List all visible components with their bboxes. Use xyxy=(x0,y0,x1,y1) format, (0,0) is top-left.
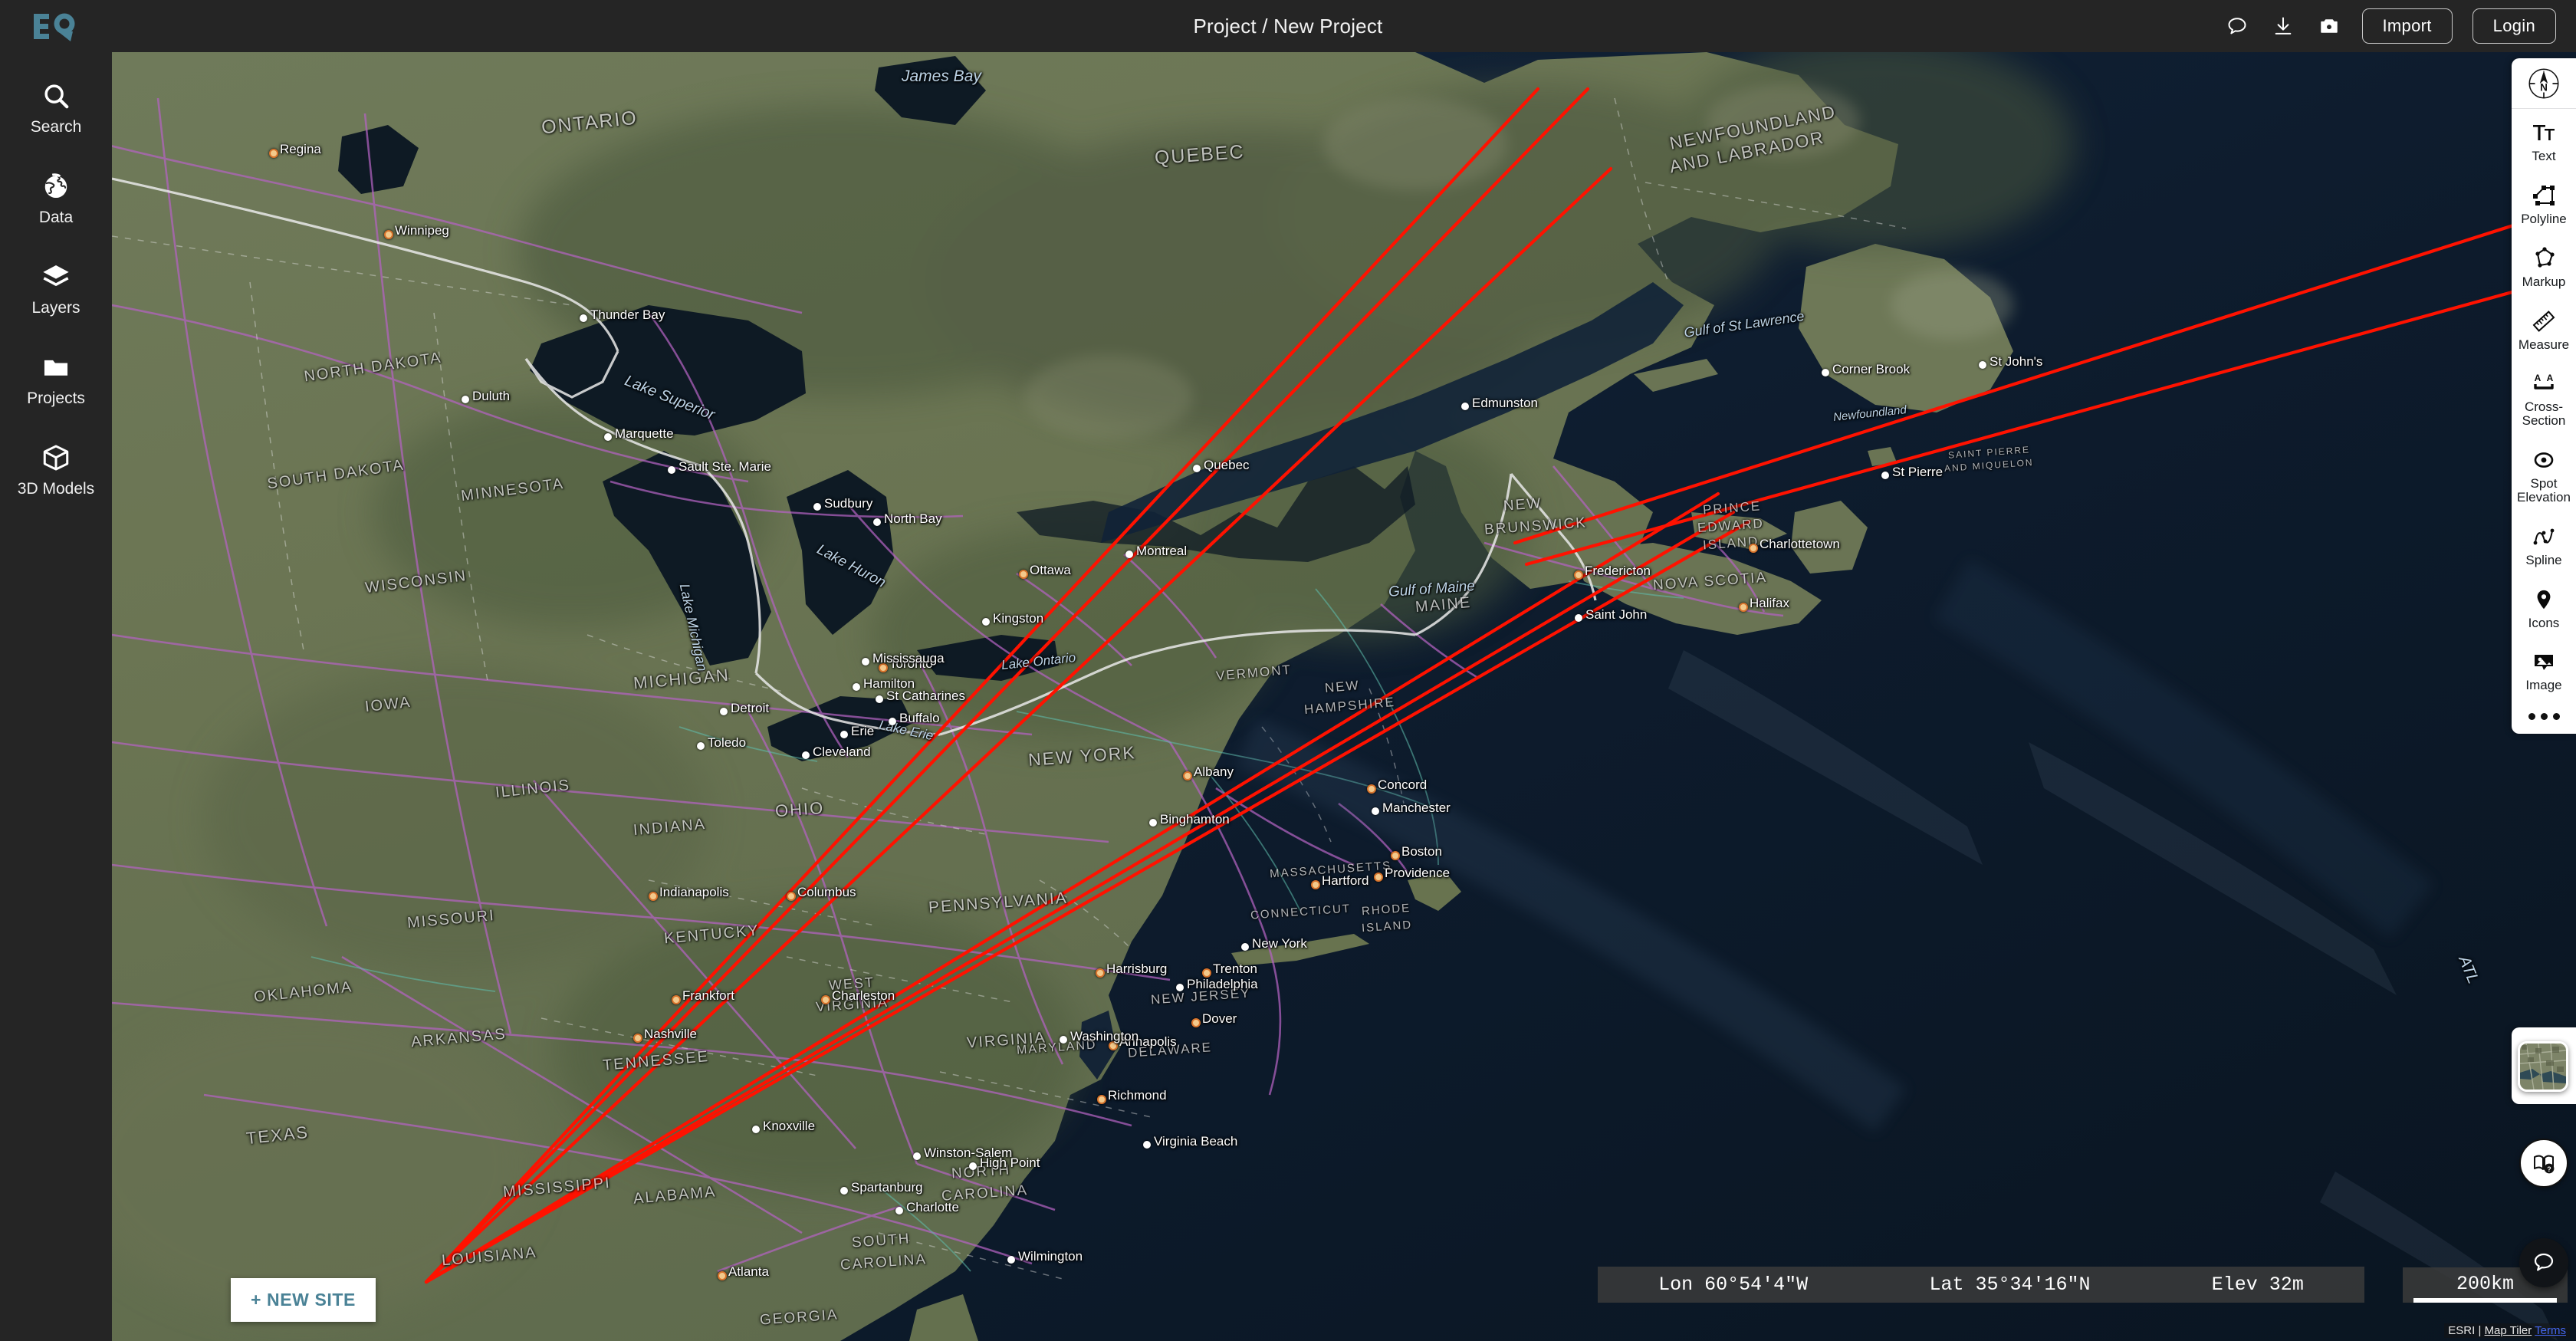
longitude-value: Lon 60°54'4"W xyxy=(1658,1274,1809,1296)
tool-label: Icons xyxy=(2528,615,2560,630)
page-title: Project / New Project xyxy=(1193,14,1383,38)
app-logo[interactable] xyxy=(0,0,112,52)
satellite-basemap xyxy=(112,52,2576,1341)
tool-label: Text xyxy=(2532,149,2556,163)
layers-icon xyxy=(41,259,71,294)
sidebar-item-label: Layers xyxy=(31,299,80,317)
sidebar-item-label: Search xyxy=(30,118,82,136)
latitude-value: Lat 35°34'16"N xyxy=(1929,1274,2091,1296)
sidebar-item-3d-models[interactable]: 3D Models xyxy=(0,434,112,524)
tool-label: Measure xyxy=(2518,337,2570,352)
tool-text[interactable]: Text xyxy=(2512,109,2576,172)
attribution-tiler[interactable]: Map Tiler xyxy=(2485,1324,2532,1337)
tool-markup[interactable]: Markup xyxy=(2512,235,2576,297)
tool-label: Cross-Section xyxy=(2522,399,2566,429)
globe-icon xyxy=(41,169,71,204)
sidebar-item-label: 3D Models xyxy=(17,480,95,498)
basemap-switcher-button[interactable] xyxy=(2518,1041,2568,1092)
text-icon xyxy=(2532,119,2556,146)
tool-label: Spot Elevation xyxy=(2517,476,2571,505)
sidebar-item-layers[interactable]: Layers xyxy=(0,253,112,343)
markup-icon xyxy=(2532,245,2556,272)
spot-elevation-icon xyxy=(2532,446,2556,474)
camera-icon[interactable] xyxy=(2316,13,2342,39)
tool-spline[interactable]: Spline xyxy=(2512,513,2576,576)
image-icon xyxy=(2532,648,2556,675)
new-site-button[interactable]: + NEW SITE xyxy=(231,1278,376,1322)
eq-logo-icon xyxy=(34,13,75,41)
terms-link[interactable]: Terms xyxy=(2535,1324,2566,1337)
attribution-separator: | xyxy=(2478,1324,2482,1337)
tool-spot-elevation[interactable]: Spot Elevation xyxy=(2512,436,2576,513)
map-attribution: ESRI | Map Tiler Terms xyxy=(2444,1323,2570,1338)
help-button[interactable]: ? xyxy=(2519,1139,2568,1188)
tool-measure[interactable]: Measure xyxy=(2512,297,2576,360)
right-toolbar: N Text Polyline Markup Measure A A Cross… xyxy=(2512,58,2576,735)
compass-icon: N xyxy=(2528,67,2559,99)
login-button[interactable]: Login xyxy=(2472,8,2556,44)
tool-label: Polyline xyxy=(2521,211,2567,226)
tool-icons[interactable]: Icons xyxy=(2512,576,2576,639)
sidebar-item-search[interactable]: Search xyxy=(0,72,112,163)
scale-line xyxy=(2413,1298,2557,1303)
comment-icon[interactable] xyxy=(2224,13,2250,39)
more-tools-button[interactable] xyxy=(2512,701,2576,734)
map-canvas[interactable]: ONTARIO QUEBEC NEWFOUNDLAND AND LABRADOR NOR… xyxy=(112,52,2576,1341)
import-button[interactable]: Import xyxy=(2361,8,2453,44)
sidebar-item-label: Data xyxy=(38,209,74,226)
tool-polyline[interactable]: Polyline xyxy=(2512,172,2576,235)
tool-label: Image xyxy=(2525,678,2562,693)
ellipsis-icon xyxy=(2528,713,2560,721)
compass-control[interactable]: N xyxy=(2512,58,2576,109)
measure-icon xyxy=(2532,307,2556,335)
coordinate-readout: Lon 60°54'4"W Lat 35°34'16"N Elev 32m xyxy=(1598,1267,2364,1303)
svg-text:?: ? xyxy=(2547,1165,2551,1173)
attribution-source: ESRI xyxy=(2448,1324,2476,1337)
book-help-icon: ? xyxy=(2534,1155,2555,1174)
spline-icon xyxy=(2532,523,2556,551)
download-icon[interactable] xyxy=(2270,13,2296,39)
sidebar-item-projects[interactable]: Projects xyxy=(0,343,112,434)
tool-image[interactable]: Image xyxy=(2512,638,2576,701)
tool-label: Markup xyxy=(2522,274,2566,289)
cube-icon xyxy=(41,440,71,475)
search-icon xyxy=(41,78,71,113)
left-sidebar: Search Data Layers Projects 3D Models xyxy=(0,52,112,1341)
svg-text:A: A xyxy=(2547,373,2554,383)
svg-text:A: A xyxy=(2535,373,2542,383)
polyline-icon xyxy=(2532,182,2556,209)
sidebar-item-data[interactable]: Data xyxy=(0,163,112,253)
map-pin-icon xyxy=(2532,586,2555,613)
basemap-thumbnail-icon xyxy=(2520,1044,2566,1090)
header-actions: Import Login xyxy=(2224,0,2556,52)
chat-support-button[interactable] xyxy=(2519,1238,2568,1287)
chat-bubble-icon xyxy=(2534,1253,2554,1271)
cross-section-icon: A A xyxy=(2532,370,2556,397)
tool-label: Spline xyxy=(2525,552,2562,567)
sidebar-item-label: Projects xyxy=(27,389,85,407)
svg-text:N: N xyxy=(2540,81,2548,93)
elevation-value: Elev 32m xyxy=(2211,1274,2304,1296)
tool-cross-section[interactable]: A A Cross-Section xyxy=(2512,360,2576,436)
folder-icon xyxy=(41,350,71,385)
app-header: Project / New Project Import Login xyxy=(0,0,2576,52)
